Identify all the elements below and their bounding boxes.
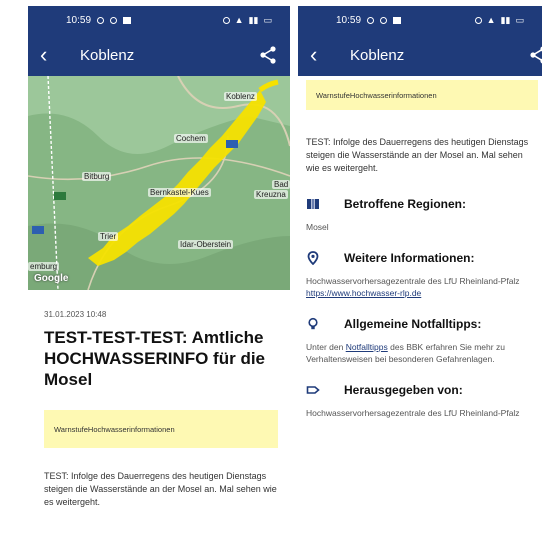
wifi-icon: ▲ xyxy=(486,15,496,25)
map-canvas xyxy=(28,76,290,290)
map-label-bitburg: Bitburg xyxy=(82,172,112,181)
section-title: Weitere Informationen: xyxy=(344,251,475,265)
report-date: 31.01.2023 10:48 xyxy=(44,310,107,319)
signal-icon: ▮▮ xyxy=(248,14,259,25)
page-title: Koblenz xyxy=(350,46,405,64)
report-headline: TEST-TEST-TEST: Amtliche HOCHWASSERINFO … xyxy=(44,328,266,389)
notification-icon xyxy=(380,16,388,24)
info-link[interactable]: https://www.hochwasser-rlp.de xyxy=(306,288,421,298)
section-body: Mosel xyxy=(306,222,329,232)
section-body: Hochwasservorhersagezentrale des LfU Rhe… xyxy=(306,275,534,299)
warning-map[interactable]: Koblenz Cochem Bitburg Bernkastel-Kues T… xyxy=(28,76,290,290)
section-title: Herausgegeben von: xyxy=(344,383,463,397)
page-title: Koblenz xyxy=(80,46,135,64)
google-logo: Google xyxy=(34,273,69,284)
lightbulb-icon xyxy=(308,317,318,330)
section-body: Hochwasservorhersagezentrale des LfU Rhe… xyxy=(306,408,520,418)
map-label-kreuzna: Kreuzna xyxy=(254,190,288,199)
wifi-icon: ▲ xyxy=(234,15,244,25)
section-publisher: Herausgegeben von: Hochwasservorhersagez… xyxy=(306,383,534,419)
alarm-icon xyxy=(222,16,230,24)
status-bar: 10:59 ▲ ▮▮ ▭ xyxy=(28,6,290,34)
section-title: Allgemeine Notfalltipps: xyxy=(344,317,482,331)
info-source: Hochwasservorhersagezentrale des LfU Rhe… xyxy=(306,276,520,286)
phone-screen-details: 10:59 ▲ ▮▮ ▭ ‹ Koblenz Warnstufe Hochwas… xyxy=(298,6,542,540)
status-time: 10:59 xyxy=(336,14,362,26)
status-bar: 10:59 ▲ ▮▮ ▭ xyxy=(298,6,542,34)
notification-icon xyxy=(97,16,105,24)
back-arrow-icon[interactable]: ‹ xyxy=(40,44,64,66)
map-label-koblenz: Koblenz xyxy=(224,92,257,101)
share-icon[interactable] xyxy=(258,45,278,65)
report-text: TEST: Infolge des Dauerregens des heutig… xyxy=(44,471,277,507)
map-label-bernkastel: Bernkastel-Kues xyxy=(148,188,211,197)
map-label-idar-oberstein: Idar-Oberstein xyxy=(178,240,234,249)
map-label-cochem: Cochem xyxy=(174,134,208,143)
image-icon xyxy=(393,16,402,24)
section-body: Unter den Notfalltipps des BBK erfahren … xyxy=(306,341,534,365)
section-regions: Betroffene Regionen: Mosel xyxy=(306,197,534,233)
tips-text-pre: Unter den xyxy=(306,342,346,352)
warning-level-prefix: Warnstufe xyxy=(316,90,350,100)
report-content: 31.01.2023 10:48 TEST-TEST-TEST: Amtlich… xyxy=(28,290,290,509)
map-label-trier: Trier xyxy=(98,232,119,241)
location-pin-icon xyxy=(307,251,319,265)
report-text: TEST: Infolge des Dauerregens des heutig… xyxy=(306,137,529,173)
app-bar: ‹ Koblenz xyxy=(298,34,542,76)
image-icon xyxy=(123,16,132,24)
warning-level-prefix: Warnstufe xyxy=(54,424,88,434)
signal-icon: ▮▮ xyxy=(500,14,511,25)
warning-level-box: Warnstufe Hochwasserinformationen xyxy=(44,410,278,448)
section-title: Betroffene Regionen: xyxy=(344,197,467,211)
battery-icon: ▭ xyxy=(515,14,524,25)
notification-icon xyxy=(110,16,118,24)
tag-icon xyxy=(306,386,320,394)
notification-icon xyxy=(367,16,375,24)
back-arrow-icon[interactable]: ‹ xyxy=(310,44,334,66)
section-more-info: Weitere Informationen: Hochwasservorhers… xyxy=(306,251,534,299)
section-emergency-tips: Allgemeine Notfalltipps: Unter den Notfa… xyxy=(306,317,534,365)
warning-level-value: Hochwasserinformationen xyxy=(87,424,175,434)
app-bar: ‹ Koblenz xyxy=(28,34,290,76)
map-label-bad: Bad xyxy=(272,180,290,189)
warning-level-value: Hochwasserinformationen xyxy=(349,90,437,100)
battery-icon: ▭ xyxy=(263,14,272,25)
warning-level-box: Warnstufe Hochwasserinformationen xyxy=(306,80,538,110)
phone-screen-map: 10:59 ▲ ▮▮ ▭ ‹ Koblenz Koblenz Cochem Bi… xyxy=(28,6,290,540)
map-icon xyxy=(307,199,319,209)
tips-link[interactable]: Notfalltipps xyxy=(346,342,388,352)
status-time: 10:59 xyxy=(66,14,92,26)
share-icon[interactable] xyxy=(528,45,542,65)
details-content: Warnstufe Hochwasserinformationen TEST: … xyxy=(298,80,542,419)
alarm-icon xyxy=(474,16,482,24)
map-label-luxemburg: emburg xyxy=(28,262,60,271)
